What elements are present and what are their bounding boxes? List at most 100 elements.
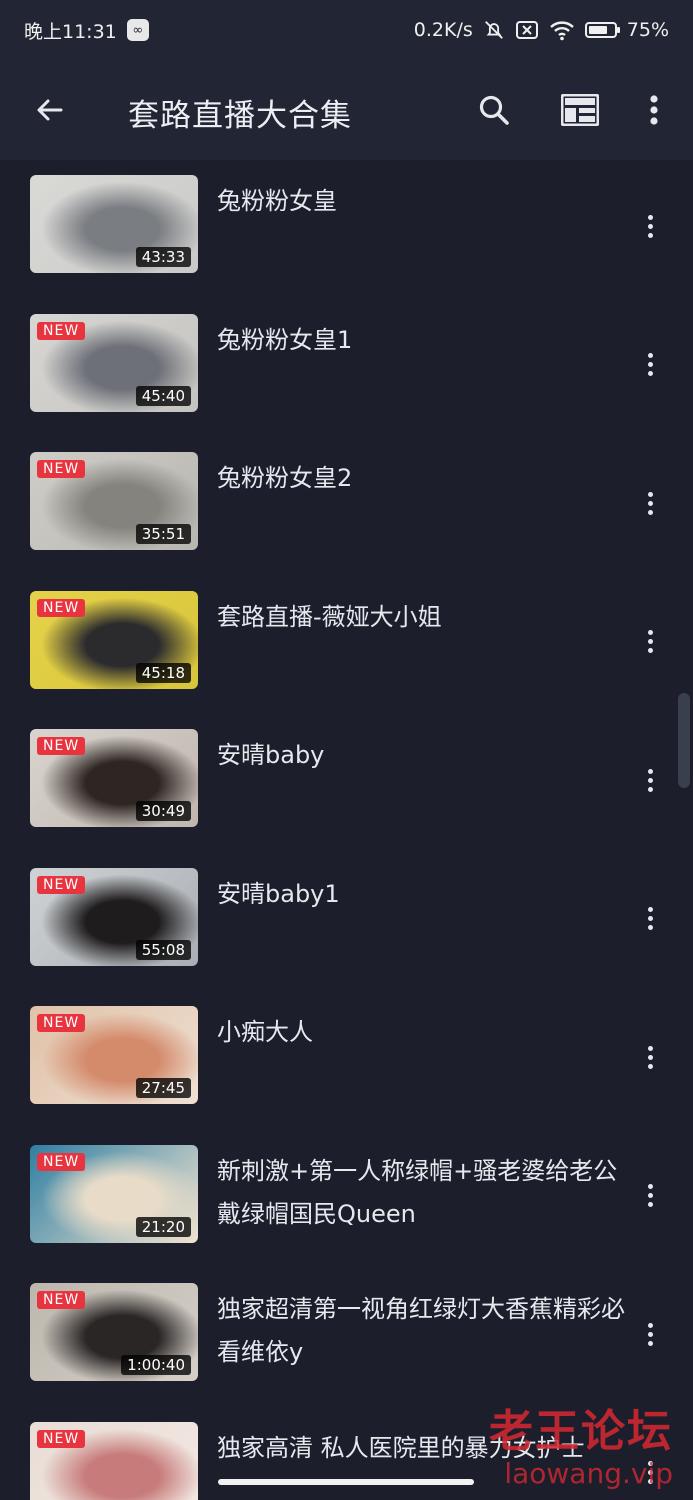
item-more-button[interactable] (636, 899, 664, 939)
video-list[interactable]: 43:33 兔粉粉女皇 NEW 45:40 兔粉粉女皇1 NEW 35:51 兔粉粉女皇2 NE… (0, 160, 693, 1500)
back-arrow-icon (37, 99, 63, 121)
network-speed: 0.2K/s (413, 19, 473, 41)
more-dot-icon (647, 768, 653, 774)
more-dot-icon (647, 786, 653, 792)
new-badge: NEW (37, 875, 86, 894)
video-title[interactable]: 安晴baby1 (217, 873, 627, 916)
more-dot-icon (647, 1340, 653, 1346)
video-thumbnail[interactable]: NEW 21:20 (30, 1144, 198, 1243)
status-right: 0.2K/s 75% (414, 19, 669, 41)
battery-icon (584, 22, 620, 38)
video-list-item[interactable]: NEW 27:45 小痴大人 (0, 991, 693, 1129)
battery-fill (588, 26, 607, 34)
video-list-item[interactable]: NEW 30:49 安晴baby (0, 714, 693, 852)
more-dot-icon (647, 1184, 653, 1189)
watermark: 老王论坛 laowang.vip (489, 1410, 673, 1488)
battery-percent: 75% (626, 19, 669, 41)
new-badge: NEW (37, 1014, 86, 1032)
video-thumbnail[interactable]: 43:33 (30, 175, 198, 273)
layout-button[interactable] (552, 82, 608, 138)
item-more-button[interactable] (636, 345, 664, 385)
scrollbar-thumb[interactable] (678, 693, 690, 788)
item-more-button[interactable] (636, 760, 664, 800)
video-title[interactable]: 安晴baby (217, 734, 627, 777)
more-dot-icon (647, 1045, 653, 1051)
more-dot-icon (647, 500, 653, 506)
more-dot-icon (647, 648, 653, 653)
video-title[interactable]: 兔粉粉女皇2 (217, 457, 627, 500)
video-thumbnail[interactable]: NEW 1:00:40 (30, 1283, 198, 1381)
video-thumbnail[interactable]: NEW 55:08 (30, 867, 198, 966)
video-thumbnail[interactable]: NEW 45:40 (30, 313, 198, 412)
video-list-item[interactable]: NEW 45:18 套路直播-薇娅大小姐 (0, 576, 693, 714)
video-thumbnail[interactable]: NEW (30, 1421, 198, 1500)
more-dot-icon (647, 630, 653, 635)
app-bar: 套路直播大合集 (0, 60, 693, 160)
video-duration: 35:51 (135, 524, 191, 544)
more-dot-icon (647, 1202, 653, 1207)
more-dot-icon (647, 1063, 653, 1069)
video-duration: 55:08 (135, 939, 191, 960)
item-more-button[interactable] (636, 1314, 664, 1354)
video-list-item[interactable]: 43:33 兔粉粉女皇 (0, 160, 693, 298)
more-vert-icon (650, 95, 658, 125)
video-duration: 27:45 (135, 1078, 191, 1098)
back-button[interactable] (22, 82, 78, 138)
status-left: 晚上11:31 ∞ (24, 17, 149, 44)
video-duration: 45:40 (135, 385, 191, 406)
item-more-button[interactable] (636, 483, 664, 523)
video-thumbnail[interactable]: NEW 35:51 (30, 452, 198, 550)
new-badge: NEW (37, 1429, 86, 1448)
item-more-button[interactable] (636, 622, 664, 662)
more-dot-icon (647, 232, 653, 238)
item-more-button[interactable] (636, 1176, 664, 1216)
more-dot-icon (647, 353, 653, 358)
more-dot-icon (647, 509, 653, 515)
mute-bell-icon (484, 21, 503, 39)
video-title[interactable]: 小痴大人 (217, 1011, 627, 1054)
video-thumbnail[interactable]: NEW 27:45 (30, 1006, 198, 1104)
wifi-icon (549, 21, 574, 41)
new-badge: NEW (37, 737, 86, 755)
overflow-menu-button[interactable] (626, 82, 682, 138)
more-dot-icon (647, 639, 653, 644)
search-icon (479, 95, 509, 125)
home-indicator[interactable] (218, 1479, 474, 1485)
video-list-item[interactable]: NEW 45:40 兔粉粉女皇1 (0, 299, 693, 437)
no-sim-icon (515, 21, 538, 39)
search-button[interactable] (466, 82, 522, 138)
more-dot-icon (647, 214, 653, 220)
more-dot-icon (647, 907, 653, 912)
video-duration: 43:33 (135, 247, 191, 267)
layout-icon (561, 94, 599, 126)
video-title[interactable]: 兔粉粉女皇1 (217, 319, 627, 362)
more-dot-icon (647, 371, 653, 376)
video-thumbnail[interactable]: NEW 45:18 (30, 590, 198, 689)
video-title[interactable]: 新刺激+第一人称绿帽+骚老婆给老公戴绿帽国民Queen (217, 1150, 627, 1236)
new-badge: NEW (37, 321, 86, 340)
video-list-item[interactable]: NEW 1:00:40 独家超清第一视角红绿灯大香蕉精彩必看维依y (0, 1268, 693, 1406)
video-title[interactable]: 套路直播-薇娅大小姐 (217, 596, 627, 639)
watermark-brand: 老王论坛 (489, 1406, 673, 1457)
video-thumbnail[interactable]: NEW 30:49 (30, 729, 198, 827)
more-dot-icon (647, 1054, 653, 1060)
video-title[interactable]: 兔粉粉女皇 (217, 180, 627, 223)
more-dot-icon (647, 916, 653, 921)
video-duration: 30:49 (135, 801, 191, 821)
more-dot-icon (647, 362, 653, 367)
item-more-button[interactable] (636, 206, 664, 246)
status-bar: 晚上11:31 ∞ 0.2K/s 75% (0, 0, 693, 60)
item-more-button[interactable] (636, 1037, 664, 1077)
more-dot-icon (647, 1193, 653, 1198)
more-dot-icon (647, 1331, 653, 1337)
video-duration: 45:18 (135, 662, 191, 683)
app-notification-icon: ∞ (126, 19, 149, 41)
video-duration: 21:20 (135, 1216, 191, 1237)
new-badge: NEW (37, 1152, 86, 1171)
video-title[interactable]: 独家超清第一视角红绿灯大香蕉精彩必看维依y (217, 1288, 627, 1374)
video-list-item[interactable]: NEW 21:20 新刺激+第一人称绿帽+骚老婆给老公戴绿帽国民Queen (0, 1130, 693, 1268)
new-badge: NEW (37, 598, 86, 617)
video-list-item[interactable]: NEW 35:51 兔粉粉女皇2 (0, 437, 693, 575)
more-dot-icon (647, 1322, 653, 1328)
video-list-item[interactable]: NEW 55:08 安晴baby1 (0, 853, 693, 991)
